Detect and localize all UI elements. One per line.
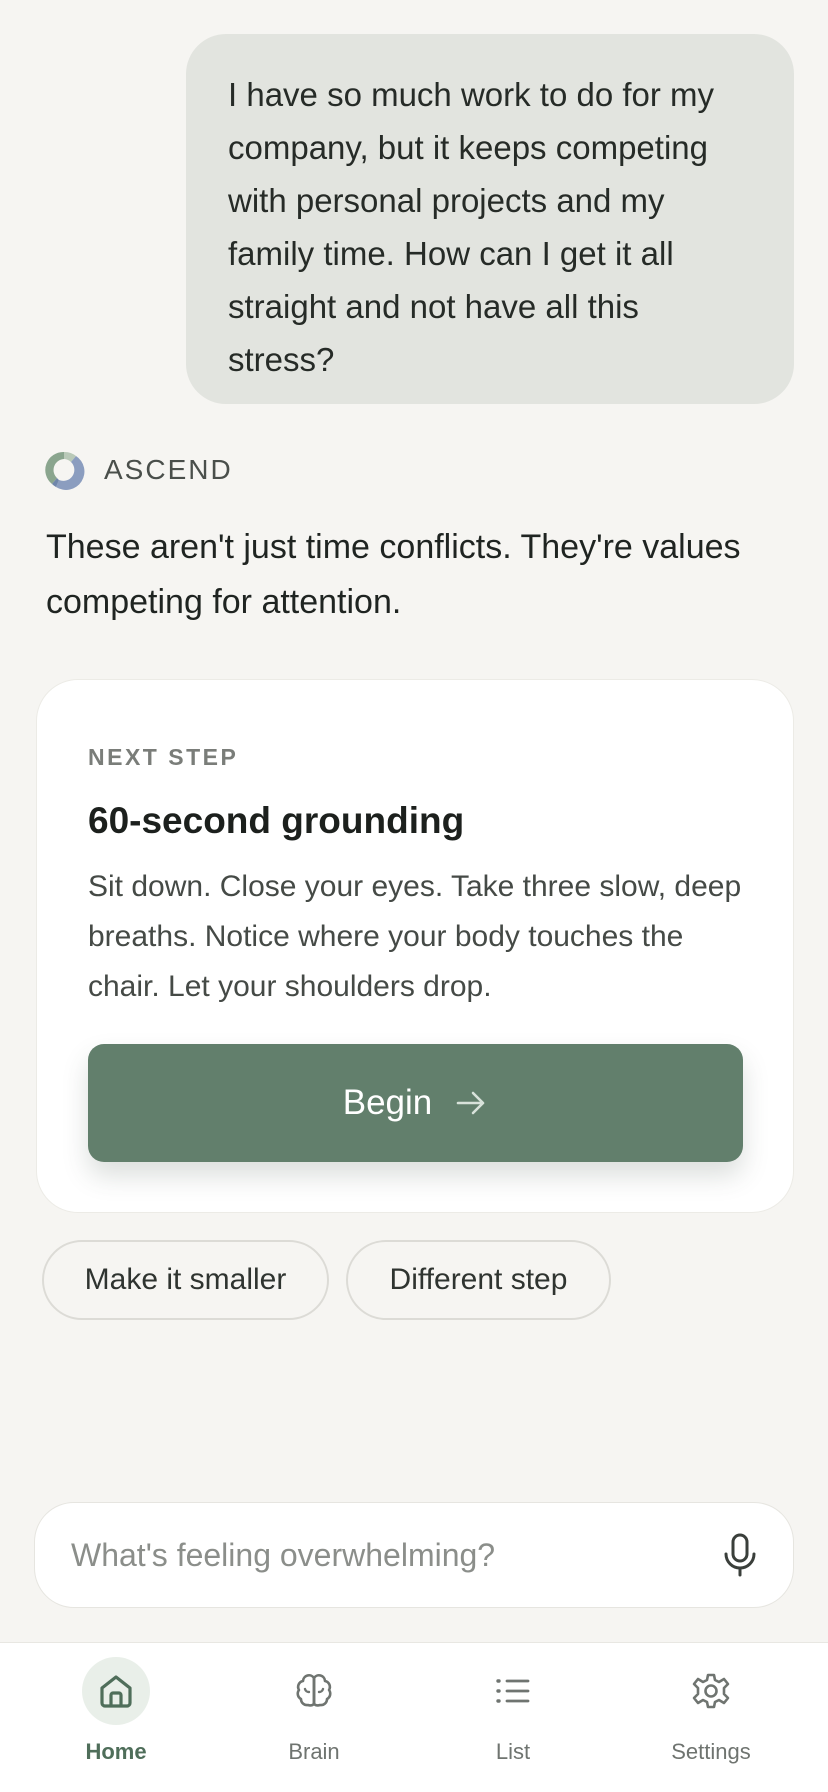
message-input[interactable] bbox=[71, 1503, 691, 1607]
user-message-text: I have so much work to do for my company… bbox=[228, 76, 715, 378]
user-message-bubble: I have so much work to do for my company… bbox=[186, 34, 794, 404]
begin-button-label: Begin bbox=[342, 1083, 433, 1122]
bottom-nav: Home Brain List Settings bbox=[0, 1642, 828, 1792]
message-input-bar bbox=[34, 1502, 794, 1608]
home-icon bbox=[100, 1675, 132, 1708]
nav-label-list: List bbox=[495, 1739, 531, 1764]
ascend-logo-icon bbox=[45, 451, 85, 490]
chat-screen: I have so much work to do for my company… bbox=[0, 0, 828, 1792]
brain-icon bbox=[296, 1674, 332, 1707]
begin-button[interactable]: Begin bbox=[88, 1044, 743, 1162]
gear-icon bbox=[692, 1673, 730, 1709]
nav-item-brain[interactable]: Brain bbox=[234, 1657, 394, 1777]
microphone-icon bbox=[724, 1533, 756, 1577]
arrow-right-icon bbox=[456, 1091, 485, 1115]
next-step-description: Sit down. Close your eyes. Take three sl… bbox=[88, 870, 742, 1003]
nav-label-brain: Brain bbox=[288, 1739, 340, 1764]
next-step-card: NEXT STEP 60-second grounding Sit down. … bbox=[36, 679, 794, 1213]
nav-label-home: Home bbox=[85, 1739, 147, 1764]
nav-list-icon-wrap bbox=[479, 1657, 547, 1725]
nav-label-settings: Settings bbox=[671, 1739, 751, 1764]
nav-item-settings[interactable]: Settings bbox=[631, 1657, 791, 1777]
nav-item-home[interactable]: Home bbox=[36, 1657, 196, 1777]
nav-home-icon-wrap bbox=[82, 1657, 150, 1725]
microphone-button[interactable] bbox=[715, 1530, 765, 1580]
next-step-title: 60-second grounding bbox=[88, 800, 465, 841]
list-icon bbox=[496, 1679, 530, 1703]
nav-brain-icon-wrap bbox=[280, 1657, 348, 1725]
assistant-header: ASCEND bbox=[42, 448, 233, 492]
nav-item-list[interactable]: List bbox=[433, 1657, 593, 1777]
next-step-label: NEXT STEP bbox=[88, 744, 239, 770]
different-step-chip[interactable]: Different step bbox=[346, 1240, 611, 1320]
make-it-smaller-chip[interactable]: Make it smaller bbox=[42, 1240, 329, 1320]
nav-settings-icon-wrap bbox=[677, 1657, 745, 1725]
assistant-name: ASCEND bbox=[104, 454, 233, 485]
assistant-message-text: These aren't just time conflicts. They'r… bbox=[46, 528, 741, 621]
